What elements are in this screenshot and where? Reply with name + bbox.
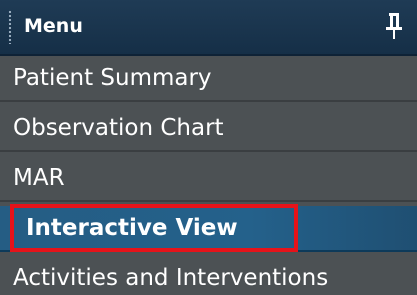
menu-item-label: Activities and Interventions — [13, 265, 329, 291]
menu-item-label: MAR — [13, 165, 65, 191]
grip-handle-icon[interactable] — [8, 10, 12, 44]
menu-item-mar[interactable]: MAR — [0, 156, 417, 202]
menu-panel: Menu Patient Summary Observation Chart M… — [0, 0, 417, 295]
menu-item-observation-chart[interactable]: Observation Chart — [0, 106, 417, 152]
menu-item-label: Observation Chart — [13, 115, 224, 141]
pin-icon[interactable] — [380, 10, 408, 42]
menu-item-patient-summary[interactable]: Patient Summary — [0, 56, 417, 102]
menu-title: Menu — [24, 15, 83, 37]
menu-item-label: Patient Summary — [13, 65, 212, 91]
menu-header[interactable]: Menu — [0, 0, 417, 56]
menu-item-interactive-view[interactable]: Interactive View — [0, 206, 417, 252]
menu-item-label: Interactive View — [26, 215, 238, 241]
menu-item-activities-and-interventions[interactable]: Activities and Interventions — [0, 256, 417, 295]
